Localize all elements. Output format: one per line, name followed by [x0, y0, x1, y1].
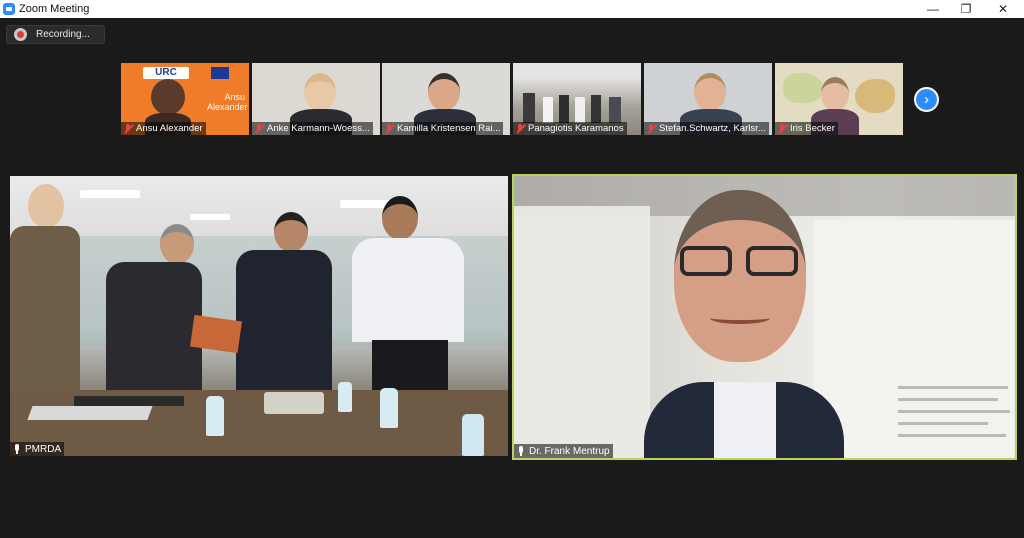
person-head [382, 196, 418, 240]
urc-logo: URC [143, 67, 189, 79]
speaker-smile [710, 312, 770, 324]
map-decoration [783, 73, 823, 103]
participant-avatar [821, 77, 849, 111]
mic-muted-icon [646, 123, 656, 134]
document-line [898, 398, 998, 401]
water-bottle [380, 388, 398, 428]
room-figure [543, 97, 553, 123]
video-tile-pmrda[interactable]: PMRDA [10, 176, 508, 456]
recording-indicator[interactable]: Recording... [6, 25, 105, 44]
mic-muted-icon [123, 123, 133, 134]
participant-nameplate: Ansu Alexander [121, 122, 206, 135]
participant-nameplate: Kamilla Kristensen Rai... [382, 122, 504, 135]
papers [27, 406, 153, 420]
participant-tile[interactable]: Kamilla Kristensen Rai... [382, 63, 510, 135]
water-bottle [206, 396, 224, 436]
person-head [160, 224, 194, 264]
video-tile-active-speaker[interactable]: Dr. Frank Mentrup [512, 174, 1017, 460]
map-decoration [855, 79, 895, 113]
minimize-button[interactable]: — [919, 0, 947, 18]
participant-name: Panagiotis Karamanos [528, 123, 624, 134]
slide-name-text: Ansu Alexander [207, 92, 248, 112]
participant-name: Stefan.Schwartz, Karlsr... [659, 123, 766, 134]
speaker-head [674, 190, 806, 362]
close-button[interactable]: ✕ [989, 0, 1017, 18]
next-page-button[interactable]: › [914, 87, 939, 112]
glasses-right [746, 246, 798, 276]
room-figure [591, 95, 601, 123]
eu-flag-icon [211, 67, 229, 79]
participant-nameplate: Iris Becker [775, 122, 838, 135]
water-bottle [338, 382, 352, 412]
glasses-left [680, 246, 732, 276]
room-figure [575, 97, 585, 123]
person-head [28, 184, 64, 228]
participant-avatar [428, 73, 460, 111]
participant-avatar [151, 79, 185, 115]
participant-name: Ansu Alexander [136, 123, 203, 134]
laptop [74, 396, 184, 406]
maximize-button[interactable]: ❐ [952, 0, 980, 18]
participant-tile[interactable]: Iris Becker [775, 63, 903, 135]
window-title: Zoom Meeting [19, 3, 90, 15]
speaker-shirt [714, 382, 776, 458]
mic-muted-icon [384, 123, 394, 134]
participant-nameplate: Stefan.Schwartz, Karlsr... [644, 122, 769, 135]
person-body [236, 250, 332, 400]
ceiling-light [80, 190, 140, 198]
mic-muted-icon [515, 123, 525, 134]
recording-label: Recording... [36, 29, 90, 40]
participant-name: PMRDA [25, 443, 62, 455]
document-line [898, 434, 1006, 437]
participant-name: Iris Becker [790, 123, 835, 134]
participant-name: Anke Karmann-Woess... [267, 123, 370, 134]
mic-muted-icon [254, 123, 264, 134]
document-line [898, 386, 1008, 389]
chevron-right-icon: › [924, 91, 929, 108]
participant-name: Dr. Frank Mentrup [529, 445, 610, 457]
paper-blur [514, 206, 650, 458]
participant-name: Kamilla Kristensen Rai... [397, 123, 501, 134]
participant-avatar [694, 73, 726, 111]
document-line [898, 422, 988, 425]
ceiling-light [190, 214, 230, 220]
participant-tile[interactable]: Panagiotis Karamanos [513, 63, 641, 135]
participant-nameplate: PMRDA [10, 442, 65, 456]
mic-on-icon [12, 444, 22, 454]
participant-nameplate: Anke Karmann-Woess... [252, 122, 373, 135]
zoom-app-icon [3, 3, 15, 15]
ceiling-light [340, 200, 390, 208]
participant-tile[interactable]: URC Ansu Alexander Ansu Alexander [121, 63, 249, 135]
person-body [352, 238, 464, 342]
title-bar: Zoom Meeting — ❐ ✕ [0, 0, 1024, 18]
document-line [898, 410, 1010, 413]
water-bottle [462, 414, 484, 456]
room-figure [559, 95, 569, 123]
room-figure [609, 97, 621, 123]
conference-phone [264, 392, 324, 414]
person-body [10, 226, 80, 406]
participant-nameplate: Panagiotis Karamanos [513, 122, 627, 135]
participant-nameplate: Dr. Frank Mentrup [514, 444, 613, 458]
participant-tile[interactable]: Anke Karmann-Woess... [252, 63, 380, 135]
room-figure [523, 93, 535, 123]
mic-muted-icon [777, 123, 787, 134]
recording-icon [14, 28, 27, 41]
person-head [274, 212, 308, 252]
person-body [106, 262, 202, 402]
participant-avatar [304, 73, 336, 111]
participant-tile[interactable]: Stefan.Schwartz, Karlsr... [644, 63, 772, 135]
document-folder [190, 314, 242, 354]
mic-on-icon [516, 446, 526, 456]
